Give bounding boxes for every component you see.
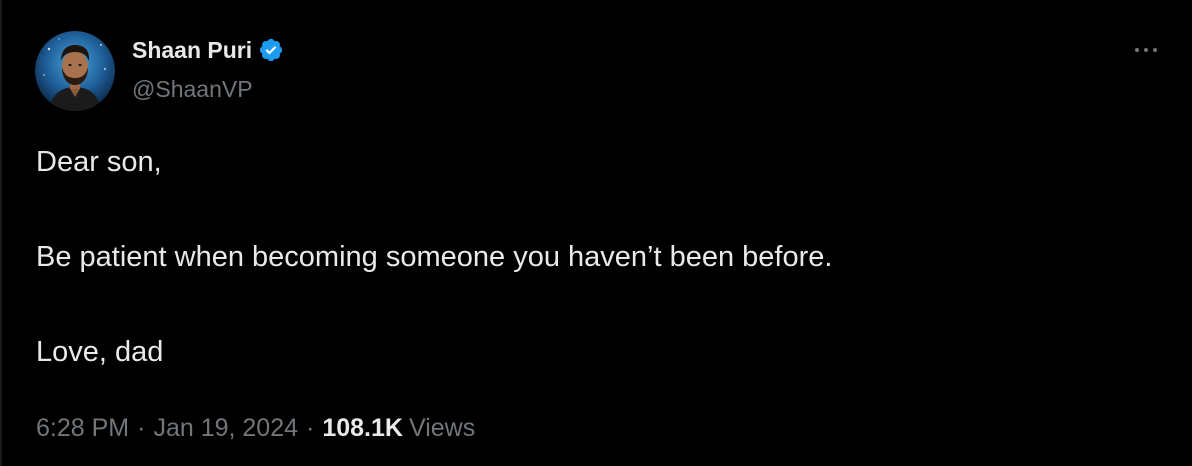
- meta-separator: ·: [137, 414, 146, 442]
- meta-separator: ·: [306, 414, 315, 442]
- more-options-button[interactable]: [1124, 36, 1168, 64]
- verified-badge-icon[interactable]: [258, 37, 284, 63]
- tweet-text-line: Dear son,: [36, 146, 162, 178]
- author-handle[interactable]: @ShaanVP: [132, 76, 253, 103]
- author-name-row: Shaan Puri: [132, 34, 284, 66]
- tweet-date[interactable]: Jan 19, 2024: [153, 414, 298, 443]
- views-label: Views: [408, 414, 476, 442]
- tweet-text-line: Love, dad: [36, 336, 164, 368]
- tweet-card: Shaan Puri @ShaanVP Dear son, Be patient…: [0, 0, 1192, 466]
- avatar-image: [35, 31, 115, 111]
- author-display-name[interactable]: Shaan Puri: [132, 37, 252, 64]
- card-border: [0, 0, 2, 466]
- tweet-meta: 6:28 PM · Jan 19, 2024 · 108.1K Views: [36, 414, 475, 443]
- tweet-time[interactable]: 6:28 PM: [36, 414, 129, 443]
- views-count[interactable]: 108.1K: [322, 414, 403, 443]
- avatar[interactable]: [35, 31, 115, 111]
- tweet-text-line: Be patient when becoming someone you hav…: [36, 241, 833, 273]
- more-horizontal-icon: [1135, 48, 1157, 52]
